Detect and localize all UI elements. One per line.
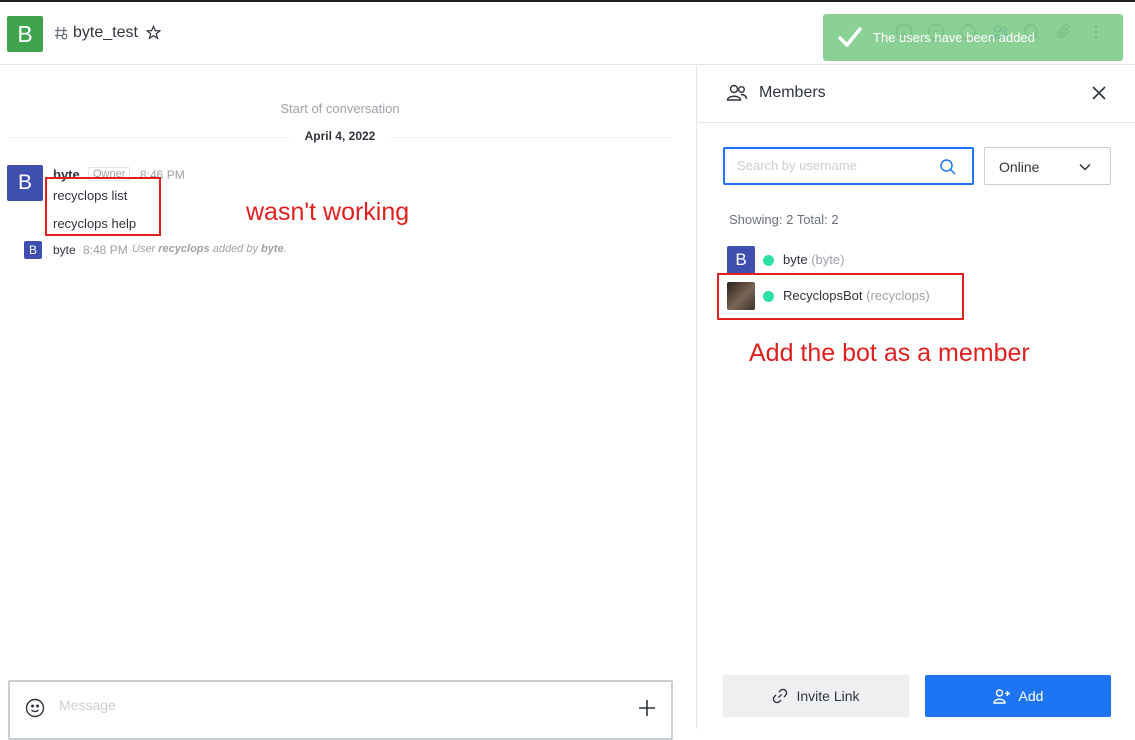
panel-title: Members [759, 84, 826, 101]
add-member-button[interactable]: Add [925, 675, 1111, 717]
success-toast[interactable]: The users have been added [823, 14, 1123, 61]
add-member-label: Add [1018, 688, 1044, 704]
member-search [723, 147, 974, 185]
member-name: byte (byte) [783, 252, 845, 267]
members-panel: Members Online Showing: 2 Total: 2 B byt… [698, 66, 1135, 729]
system-avatar: B [24, 241, 42, 259]
link-icon [773, 688, 788, 704]
annotation-text-member: Add the bot as a member [749, 339, 1030, 367]
invite-link-button[interactable]: Invite Link [723, 675, 909, 717]
search-icon[interactable] [939, 158, 957, 176]
room-name: byte_test [73, 24, 138, 41]
annotation-box-messages [45, 177, 161, 236]
invite-link-label: Invite Link [796, 688, 860, 704]
chat-area: Start of conversation April 4, 2022 B by… [0, 66, 697, 740]
panel-divider [698, 122, 1135, 123]
avatar: B [727, 246, 755, 274]
date-label: April 4, 2022 [290, 129, 390, 143]
plus-icon[interactable] [637, 698, 657, 718]
online-status-dot [763, 255, 774, 266]
checkmark-icon [838, 27, 862, 47]
room-avatar[interactable]: B [7, 16, 43, 52]
message-input[interactable] [59, 697, 619, 713]
system-message: User recyclops added by byte. [132, 243, 287, 255]
start-of-conversation: Start of conversation [280, 101, 400, 116]
annotation-box-member [717, 273, 964, 320]
members-icon [726, 84, 748, 101]
status-filter-value: Online [999, 159, 1040, 175]
message-avatar[interactable]: B [7, 165, 43, 201]
favorite-star-icon[interactable] [146, 25, 161, 40]
message-composer [8, 680, 673, 740]
search-input[interactable] [737, 158, 932, 173]
toast-message: The users have been added [873, 30, 1035, 45]
system-time: 8:48 PM [83, 243, 128, 257]
emoji-icon[interactable] [25, 698, 45, 718]
member-item[interactable]: B byte (byte) [727, 246, 967, 274]
add-user-icon [992, 689, 1010, 704]
system-username[interactable]: byte [53, 243, 76, 257]
channel-hash-icon [55, 26, 68, 40]
annotation-text-chat: wasn't working [246, 198, 410, 226]
close-icon[interactable] [1090, 84, 1108, 102]
member-counts: Showing: 2 Total: 2 [729, 212, 839, 227]
status-filter-select[interactable]: Online [984, 147, 1111, 185]
chevron-down-icon [1079, 163, 1091, 171]
